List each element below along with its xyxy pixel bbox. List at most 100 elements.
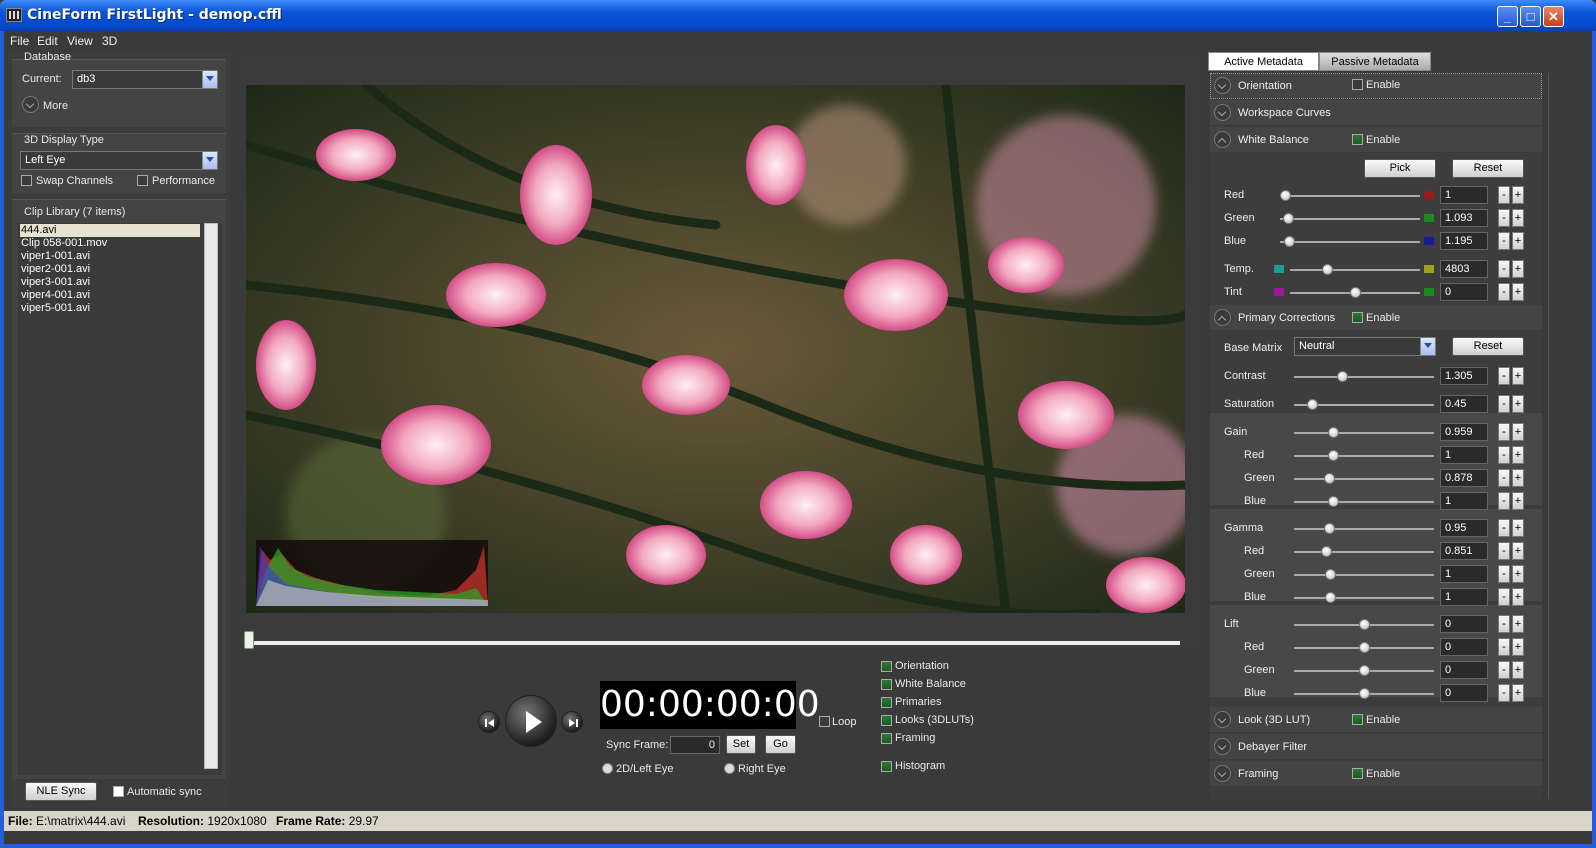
decrement-button[interactable]: - (1498, 638, 1510, 656)
slider-track[interactable] (1294, 528, 1434, 530)
value-field[interactable]: 0.45 (1440, 395, 1488, 413)
value-field[interactable]: 0.95 (1440, 519, 1488, 537)
menu-view[interactable]: View (67, 34, 93, 48)
decrement-button[interactable]: - (1498, 232, 1510, 250)
list-item[interactable]: viper1-001.avi (20, 250, 200, 263)
value-field[interactable]: 1.305 (1440, 367, 1488, 385)
menu-edit[interactable]: Edit (37, 34, 58, 48)
list-item[interactable]: viper4-001.avi (20, 289, 200, 302)
slider-track[interactable] (1294, 597, 1434, 599)
sync-frame-input[interactable]: 0 (670, 736, 720, 754)
chevron-down-icon[interactable] (202, 71, 217, 88)
increment-button[interactable]: + (1512, 615, 1524, 633)
previous-button[interactable] (478, 711, 500, 733)
next-button[interactable] (561, 711, 583, 733)
slider-thumb[interactable] (1323, 473, 1335, 484)
slider-thumb[interactable] (1307, 399, 1318, 410)
increment-button[interactable]: + (1512, 661, 1524, 679)
tab-passive-metadata[interactable]: Passive Metadata (1319, 52, 1431, 71)
increment-button[interactable]: + (1512, 283, 1524, 301)
slider-thumb[interactable] (1359, 642, 1370, 653)
slider-track[interactable] (1294, 551, 1434, 553)
slider-thumb[interactable] (1359, 665, 1370, 676)
primary-reset-button[interactable]: Reset (1452, 337, 1524, 356)
increment-button[interactable]: + (1512, 209, 1524, 227)
slider-thumb[interactable] (1327, 450, 1339, 461)
primary-enable-checkbox[interactable] (1352, 312, 1363, 323)
expand-icon[interactable] (1214, 104, 1231, 121)
display-type-combo[interactable]: Left Eye (20, 151, 218, 170)
left-eye-radio[interactable] (602, 763, 613, 774)
slider-track[interactable] (1294, 376, 1434, 378)
value-field[interactable]: 1 (1440, 565, 1488, 583)
collapse-icon[interactable] (1214, 131, 1231, 148)
nle-sync-button[interactable]: NLE Sync (25, 782, 97, 801)
list-item[interactable]: 444.avi (20, 224, 200, 237)
increment-button[interactable]: + (1512, 186, 1524, 204)
decrement-button[interactable]: - (1498, 446, 1510, 464)
sync-set-button[interactable]: Set (726, 735, 756, 754)
decrement-button[interactable]: - (1498, 661, 1510, 679)
increment-button[interactable]: + (1512, 423, 1524, 441)
performance-checkbox[interactable] (137, 175, 148, 186)
metadata-scrollbar[interactable] (1548, 73, 1562, 799)
more-expand-icon[interactable] (22, 96, 39, 113)
decrement-button[interactable]: - (1498, 395, 1510, 413)
list-item[interactable]: Clip 058-001.mov (20, 237, 200, 250)
increment-button[interactable]: + (1512, 395, 1524, 413)
decrement-button[interactable]: - (1498, 283, 1510, 301)
more-label[interactable]: More (43, 100, 68, 112)
increment-button[interactable]: + (1512, 565, 1524, 583)
value-field[interactable]: 0 (1440, 283, 1488, 301)
slider-track[interactable] (1294, 432, 1434, 434)
decrement-button[interactable]: - (1498, 565, 1510, 583)
list-item[interactable]: viper2-001.avi (20, 263, 200, 276)
timeline-scrubber[interactable] (244, 631, 254, 649)
decrement-button[interactable]: - (1498, 684, 1510, 702)
video-viewer[interactable] (246, 85, 1185, 613)
decrement-button[interactable]: - (1498, 519, 1510, 537)
decrement-button[interactable]: - (1498, 209, 1510, 227)
slider-thumb[interactable] (1322, 264, 1334, 275)
pick-button[interactable]: Pick (1364, 159, 1436, 178)
minimize-button[interactable]: _ (1497, 6, 1518, 27)
slider-track[interactable] (1280, 195, 1420, 197)
play-button[interactable] (505, 695, 557, 747)
title-bar[interactable]: CineForm FirstLight - demop.cffl _ □ ✕ (0, 0, 1596, 31)
increment-button[interactable]: + (1512, 232, 1524, 250)
value-field[interactable]: 0 (1440, 684, 1488, 702)
framing-toggle-checkbox[interactable] (881, 733, 892, 744)
slider-track[interactable] (1294, 501, 1434, 503)
slider-thumb[interactable] (1283, 236, 1295, 247)
slider-thumb[interactable] (1282, 213, 1294, 224)
decrement-button[interactable]: - (1498, 469, 1510, 487)
framing-enable-checkbox[interactable] (1352, 768, 1363, 779)
slider-track[interactable] (1280, 241, 1420, 243)
decrement-button[interactable]: - (1498, 588, 1510, 606)
slider-thumb[interactable] (1280, 190, 1291, 201)
decrement-button[interactable]: - (1498, 492, 1510, 510)
slider-thumb[interactable] (1323, 523, 1335, 534)
slider-thumb[interactable] (1327, 427, 1339, 438)
expand-icon[interactable] (1214, 765, 1231, 782)
increment-button[interactable]: + (1512, 684, 1524, 702)
increment-button[interactable]: + (1512, 638, 1524, 656)
value-field[interactable]: 0.851 (1440, 542, 1488, 560)
slider-thumb[interactable] (1359, 688, 1370, 699)
right-eye-radio[interactable] (724, 763, 735, 774)
slider-track[interactable] (1294, 574, 1434, 576)
expand-icon[interactable] (1214, 711, 1231, 728)
loop-checkbox[interactable] (819, 716, 830, 727)
slider-thumb[interactable] (1336, 371, 1348, 382)
increment-button[interactable]: + (1512, 260, 1524, 278)
base-matrix-combo[interactable]: Neutral (1294, 337, 1436, 356)
slider-track[interactable] (1294, 455, 1434, 457)
increment-button[interactable]: + (1512, 469, 1524, 487)
clip-list[interactable]: 444.avi Clip 058-001.mov viper1-001.avi … (18, 223, 222, 775)
slider-thumb[interactable] (1359, 619, 1370, 630)
timeline-track[interactable] (250, 641, 1180, 645)
value-field[interactable]: 0 (1440, 638, 1488, 656)
primaries-toggle-checkbox[interactable] (881, 697, 892, 708)
value-field[interactable]: 1 (1440, 446, 1488, 464)
decrement-button[interactable]: - (1498, 423, 1510, 441)
